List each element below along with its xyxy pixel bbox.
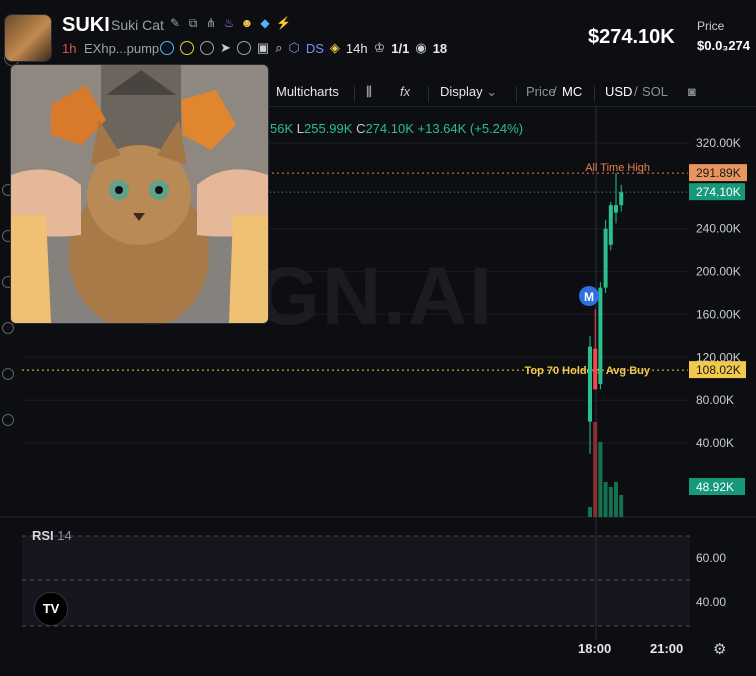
tradingview-logo[interactable]: TV (34, 592, 68, 626)
candle-body (614, 205, 618, 213)
volume-bar (619, 495, 624, 517)
x-tick-1800: 18:00 (578, 641, 612, 656)
candle-body (608, 205, 613, 245)
y-tick-label: 320.00K (696, 136, 741, 150)
token-address[interactable]: EXhp...pump (84, 41, 159, 56)
price-toggle[interactable]: Price (526, 84, 556, 99)
chart-toolbar: Multicharts ⫼ fx Display ⌄ Price / MC US… (268, 78, 756, 107)
rsi-label: RSI 14 (32, 528, 72, 543)
volume-bar (614, 482, 618, 517)
toggle-slash: / (553, 84, 557, 99)
volume-bar (603, 482, 608, 517)
share-icon[interactable]: ⋔ (204, 16, 218, 30)
currency-slash: / (634, 84, 638, 99)
display-label: Display (440, 84, 483, 99)
chat-icon[interactable]: ▣ (257, 40, 269, 56)
ath-label: All Time High (585, 162, 650, 174)
rsi-band (22, 536, 690, 626)
rsi-name: RSI (32, 528, 54, 543)
rsi-tick-40: 40.00 (696, 595, 726, 609)
user-icon[interactable] (160, 41, 174, 55)
edit-icon[interactable]: ✎ (168, 16, 182, 30)
indicators-button[interactable]: fx (400, 84, 410, 99)
magnet-icon[interactable] (2, 414, 14, 426)
shield-icon: ⬡ (288, 40, 300, 55)
y-tick-label: 40.00K (696, 436, 734, 450)
telegram-icon[interactable]: ➤ (220, 40, 231, 56)
volume-bar (588, 507, 592, 517)
multicharts-button[interactable]: Multicharts (276, 84, 339, 99)
y-tick-label: 240.00K (696, 222, 741, 236)
fire-icon: ♨ (223, 16, 235, 30)
candle-body (603, 228, 608, 288)
avg-buy-value: 108.02K (696, 363, 741, 377)
ds-label[interactable]: DS (306, 41, 324, 56)
eye-icon: ◉ (415, 40, 427, 55)
ath-badge-value: 291.89K (696, 166, 741, 180)
volume-value: 48.92K (696, 480, 734, 494)
candle-body (588, 346, 592, 422)
y-tick-label: 80.00K (696, 393, 734, 407)
zoom-icon[interactable] (2, 368, 14, 380)
migration-marker-label: M (584, 290, 594, 304)
lightning-icon: ⚡ (276, 16, 291, 30)
chevron-down-icon: ⌄ (486, 84, 498, 99)
token-symbol: SUKI (62, 14, 110, 36)
volume-bar (593, 422, 598, 517)
sol-toggle[interactable]: SOL (642, 84, 668, 99)
volume-bar (598, 442, 603, 517)
price-label: Price (697, 19, 725, 33)
y-tick-label: 200.00K (696, 265, 741, 279)
token-image-popup (10, 64, 269, 324)
token-age: 1h (62, 41, 77, 56)
display-button[interactable]: Display ⌄ (440, 84, 497, 100)
warning-icon[interactable] (180, 41, 194, 55)
x-icon[interactable] (236, 41, 251, 55)
chart-settings-icon[interactable]: ⚙ (713, 640, 726, 658)
ratio-label: 1/1 (391, 40, 410, 56)
candle-body (598, 287, 603, 385)
views-count: 18 (432, 40, 448, 56)
avg-buy-label: Top 70 Holders Avg Buy (524, 365, 650, 377)
token-action-icons: ✎ ⧉ ⋔ ♨ ☻ ◆ ⚡ (168, 16, 291, 30)
crown-icon: ♔ (373, 40, 386, 55)
people-icon: ☻ (240, 16, 254, 30)
x-tick-2100: 21:00 (650, 641, 684, 656)
measure-icon[interactable] (2, 322, 14, 334)
time-label: 14h (345, 40, 368, 56)
camera-icon[interactable]: ◙ (688, 84, 696, 99)
rsi-tick-60: 60.00 (696, 551, 726, 565)
search-icon[interactable]: ⌕ (275, 40, 282, 56)
mc-toggle[interactable]: MC (562, 84, 582, 99)
y-tick-label: 160.00K (696, 307, 741, 321)
candle-body (593, 348, 598, 390)
candle-type-icon[interactable]: ⫼ (366, 84, 372, 100)
volume-bar (608, 487, 613, 517)
token-price: $0.0₃274 (697, 38, 751, 53)
token-meta-row: ➤ ▣ ⌕ ⬡ DS ◈ 14h ♔ 1/1 ◉ 18 (160, 40, 447, 56)
cat-image (11, 65, 268, 323)
usd-toggle[interactable]: USD (605, 84, 632, 99)
copy-icon[interactable]: ⧉ (186, 16, 200, 30)
bnb-icon: ◈ (329, 40, 340, 55)
token-avatar[interactable] (4, 14, 52, 62)
rsi-period: 14 (57, 528, 72, 543)
current-price-value: 274.10K (696, 185, 741, 199)
tag-icon: ◆ (260, 16, 270, 30)
globe-icon[interactable] (200, 41, 214, 55)
token-name: Suki Cat (111, 17, 164, 33)
candle-body (619, 192, 624, 206)
market-cap-price: $274.10K (588, 26, 675, 48)
